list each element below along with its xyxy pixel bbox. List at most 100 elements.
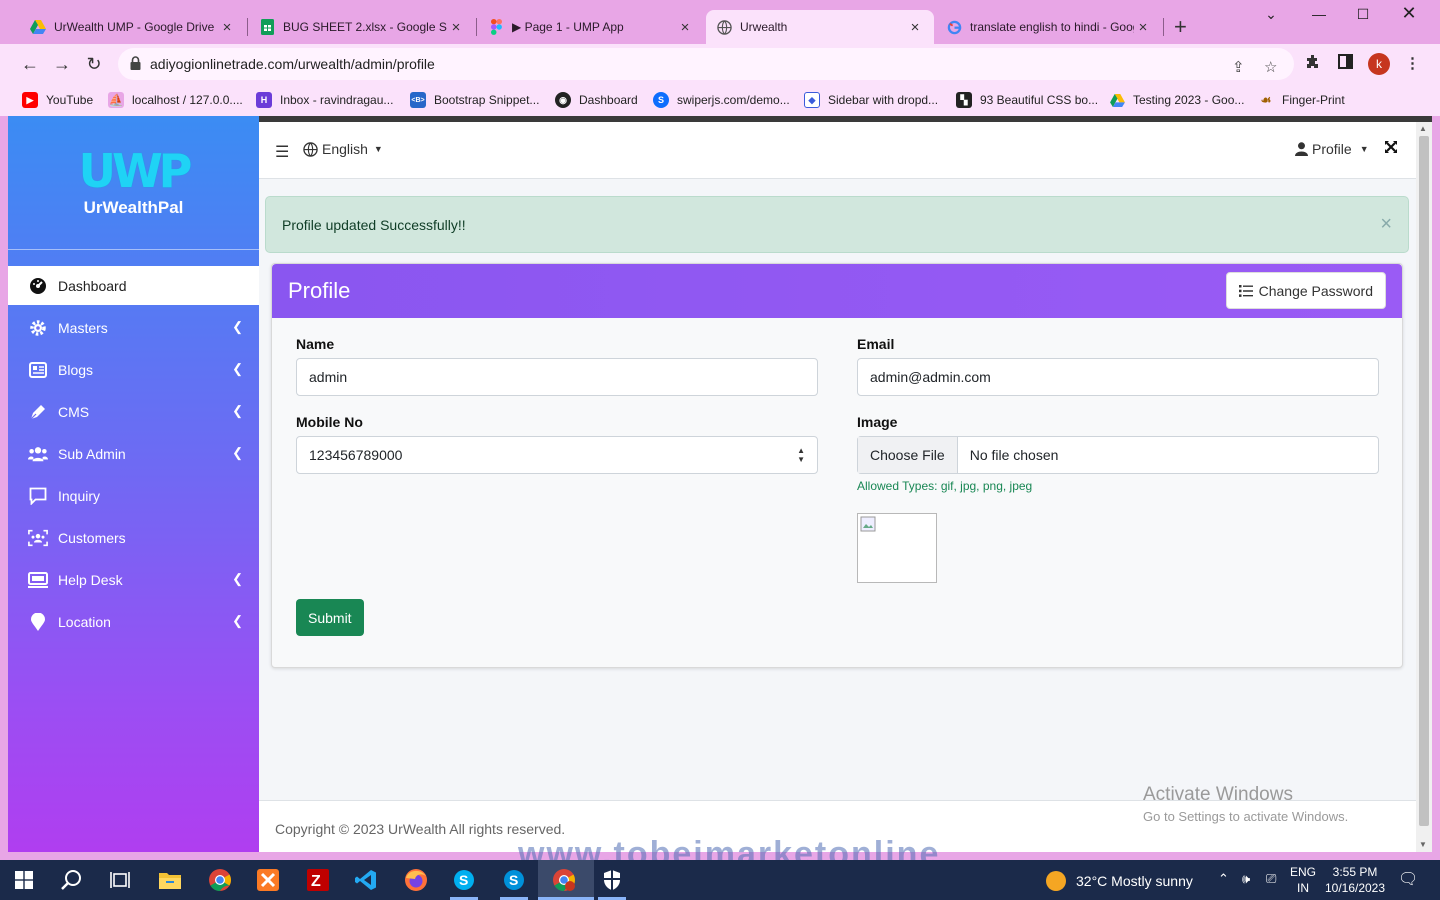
close-icon[interactable]: ×: [906, 19, 924, 36]
tab-figma[interactable]: ▶ Page 1 - UMP App ×: [478, 10, 704, 44]
chrome-profile-avatar[interactable]: k: [1368, 53, 1390, 75]
new-tab-button[interactable]: +: [1174, 14, 1187, 40]
bookmark-css[interactable]: ▚ 93 Beautiful CSS bo...: [956, 92, 1098, 108]
bookmarks-bar: ▶ YouTube ⛵ localhost / 127.0.0.... H Inbox…: [0, 84, 1440, 116]
scroll-down-icon[interactable]: ▼: [1419, 840, 1427, 849]
sidebar-item-blogs[interactable]: Blogs ❮: [8, 350, 259, 389]
close-icon[interactable]: ×: [1380, 213, 1392, 236]
clock-time: 3:55 PM: [1332, 865, 1378, 879]
bookmark-localhost[interactable]: ⛵ localhost / 127.0.0....: [108, 92, 243, 108]
bookmark-bootstrap[interactable]: <B> Bootstrap Snippet...: [410, 92, 539, 108]
close-icon[interactable]: ×: [1134, 19, 1152, 36]
choose-file-button[interactable]: Choose File: [858, 437, 958, 473]
forward-button[interactable]: →: [50, 52, 74, 76]
mobile-number-input[interactable]: 123456789000 ▲ ▼: [296, 436, 818, 474]
sidebar-item-sub-admin[interactable]: Sub Admin ❮: [8, 434, 259, 473]
bookmark-fingerprint[interactable]: ☙ Finger-Print: [1258, 92, 1345, 108]
speaker-icon[interactable]: 🕪: [1242, 871, 1250, 887]
sidebar-item-location[interactable]: Location ❮: [8, 602, 259, 641]
close-icon[interactable]: ×: [218, 19, 236, 36]
xampp-icon[interactable]: [254, 866, 282, 894]
customers-icon: [28, 528, 48, 548]
page-scrollbar[interactable]: ▲ ▼: [1416, 122, 1432, 852]
caret-down-icon: ▼: [373, 144, 383, 154]
vscode-icon[interactable]: [352, 866, 380, 894]
weather-widget[interactable]: 32°C Mostly sunny: [1046, 871, 1193, 891]
blog-icon: [28, 360, 48, 380]
bookmark-youtube[interactable]: ▶ YouTube: [22, 92, 93, 108]
windows-start-icon[interactable]: [10, 866, 38, 894]
bookmark-testing[interactable]: Testing 2023 - Goo...: [1109, 92, 1244, 108]
kebab-menu-icon[interactable]: ⋮: [1405, 54, 1420, 72]
shield-icon[interactable]: [598, 866, 626, 894]
back-button[interactable]: ←: [18, 52, 42, 76]
tab-google-drive[interactable]: UrWealth UMP - Google Drive ×: [20, 10, 246, 44]
chrome-icon[interactable]: [206, 866, 234, 894]
svg-text:S: S: [509, 872, 518, 888]
bookmark-dashboard[interactable]: ◉ Dashboard: [555, 92, 638, 108]
bookmark-sidebar[interactable]: ◆ Sidebar with dropd...: [804, 92, 938, 108]
sidebar-item-dashboard[interactable]: Dashboard: [8, 266, 259, 305]
task-view-icon[interactable]: [106, 866, 134, 894]
google-sheets-icon: [259, 19, 275, 35]
skype-icon[interactable]: S: [450, 866, 478, 894]
window-close-button[interactable]: ✕: [1386, 3, 1432, 24]
browser-toolbar: ← → ↻ adiyogionlinetrade.com/urwealth/ad…: [0, 44, 1440, 84]
fullscreen-icon[interactable]: [1384, 140, 1398, 158]
number-spinner-icon[interactable]: ▲ ▼: [797, 446, 805, 464]
maximize-button[interactable]: ☐: [1340, 6, 1386, 23]
sidebar-divider: [8, 249, 259, 250]
sidebar-item-inquiry[interactable]: Inquiry: [8, 476, 259, 515]
skype-business-icon[interactable]: S: [500, 866, 528, 894]
tab-urwealth[interactable]: Urwealth ×: [706, 10, 934, 44]
change-password-button[interactable]: Change Password: [1225, 272, 1386, 309]
scrollbar-thumb[interactable]: [1419, 136, 1429, 826]
sidebar-item-cms[interactable]: CMS ❮: [8, 392, 259, 431]
input-language-indicator[interactable]: ENG IN: [1290, 864, 1316, 896]
star-icon[interactable]: ☆: [1264, 58, 1277, 76]
chevron-left-icon: ❮: [232, 361, 243, 376]
logo-mark: UWP: [78, 144, 193, 198]
github-icon: ◉: [555, 92, 571, 108]
firefox-icon[interactable]: [402, 866, 430, 894]
bookmark-swiper[interactable]: Sswiperjs.com/demo...: [653, 92, 790, 108]
reload-button[interactable]: ↻: [82, 52, 106, 76]
scroll-up-icon[interactable]: ▲: [1419, 124, 1427, 133]
email-input[interactable]: admin@admin.com: [857, 358, 1379, 396]
chevron-down-icon[interactable]: ⌄: [1248, 6, 1294, 23]
share-icon[interactable]: ⇪: [1232, 58, 1245, 76]
name-input[interactable]: admin: [296, 358, 818, 396]
profile-dropdown[interactable]: Profile ▼: [1295, 141, 1369, 157]
sidebar-item-label: Help Desk: [58, 571, 123, 588]
gear-icon: [28, 318, 48, 338]
submit-button[interactable]: Submit: [296, 599, 364, 636]
close-icon[interactable]: ×: [676, 19, 694, 36]
chrome-icon[interactable]: [550, 866, 578, 894]
image-label: Image: [857, 414, 898, 430]
side-panel-icon[interactable]: [1338, 54, 1353, 73]
search-icon[interactable]: [58, 866, 86, 894]
image-file-input[interactable]: Choose File No file chosen: [857, 436, 1379, 474]
close-icon[interactable]: ×: [447, 19, 465, 36]
filezilla-icon[interactable]: Z: [304, 866, 332, 894]
sidebar-item-help-desk[interactable]: Help Desk ❮: [8, 560, 259, 599]
brand-logo[interactable]: UWP UrWealthPal: [8, 146, 259, 218]
tab-bug-sheet[interactable]: BUG SHEET 2.xlsx - Google Sheets ×: [249, 10, 475, 44]
minimize-button[interactable]: —: [1296, 6, 1342, 22]
extensions-icon[interactable]: [1305, 54, 1321, 74]
file-explorer-icon[interactable]: [156, 866, 184, 894]
activate-windows-watermark: Activate Windows Go to Settings to activ…: [1143, 784, 1348, 824]
chevron-up-icon[interactable]: ⌃: [1218, 871, 1229, 887]
system-clock[interactable]: 3:55 PM 10/16/2023: [1322, 864, 1388, 896]
address-bar[interactable]: adiyogionlinetrade.com/urwealth/admin/pr…: [118, 48, 1294, 80]
bookmark-inbox[interactable]: H Inbox - ravindragau...: [256, 92, 393, 108]
hamburger-menu-icon[interactable]: ☰: [275, 142, 289, 162]
language-dropdown[interactable]: English ▼: [303, 141, 383, 157]
language-label: English: [322, 141, 368, 157]
sidebar-item-customers[interactable]: Customers: [8, 518, 259, 557]
notification-icon[interactable]: 🗨: [1398, 869, 1418, 889]
tab-google-search[interactable]: translate english to hindi - Google Sear…: [936, 10, 1162, 44]
sidebar-item-label: Sub Admin: [58, 445, 126, 462]
sidebar-item-masters[interactable]: Masters ❮: [8, 308, 259, 347]
network-icon[interactable]: ⎚: [1266, 871, 1276, 887]
